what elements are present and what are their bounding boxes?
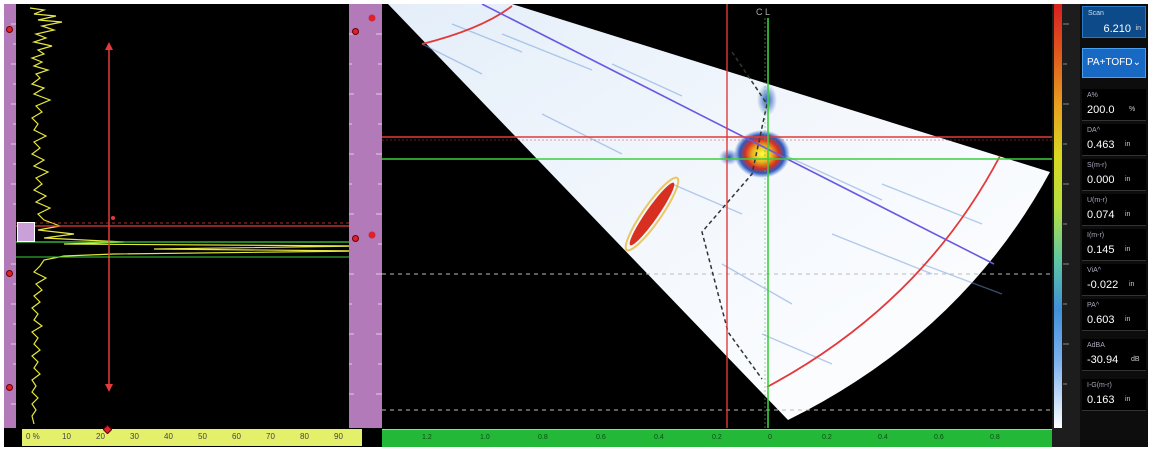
sector-scan-plot: [362, 4, 1052, 428]
color-palette[interactable]: [1052, 4, 1080, 447]
index-tick: 0: [768, 434, 772, 441]
reading-unit: in: [1125, 246, 1131, 253]
reading-value: -30.94: [1087, 354, 1119, 366]
reading-value: 0.145: [1087, 244, 1115, 256]
amplitude-tick: 10: [62, 432, 71, 441]
reading-unit: in: [1125, 396, 1131, 403]
reading-unit: in: [1125, 316, 1131, 323]
reading-label: S(m-r): [1087, 162, 1107, 169]
reading-value: -0.022: [1087, 279, 1119, 291]
reading-unit: in: [1125, 211, 1131, 218]
index-tick: 0.4: [654, 434, 664, 441]
amplitude-tick: 80: [300, 432, 309, 441]
ruler-marker-mid[interactable]: [6, 270, 13, 277]
reading-unit: %: [1129, 106, 1136, 113]
amplitude-tick: 0 %: [26, 432, 40, 441]
amplitude-tick: 30: [130, 432, 139, 441]
reading-u[interactable]: U(m-r) 0.074 in: [1082, 194, 1146, 226]
index-scale[interactable]: 1.2 1.0 0.8 0.6 0.4 0.2 0 0.2 0.4 0.6 0.…: [382, 429, 1052, 447]
amplitude-tick: 40: [164, 432, 173, 441]
chevron-down-icon: ⌄: [1132, 57, 1141, 68]
gate-a-marker: [111, 216, 115, 220]
reading-unit: in: [1125, 176, 1131, 183]
sscan-ruler-marker-top[interactable]: [368, 14, 376, 22]
index-tick: 0.2: [712, 434, 722, 441]
palette-ticks: [1063, 23, 1069, 385]
reading-value: 0.163: [1087, 394, 1115, 406]
reading-value: 0.463: [1087, 139, 1115, 151]
ascan-right-ruler-ticks: [349, 33, 354, 395]
reading-label: I-G(m-r): [1087, 382, 1112, 389]
reading-a-percent[interactable]: A% 200.0 %: [1082, 89, 1146, 121]
reading-ig[interactable]: I-G(m-r) 0.163 in: [1082, 379, 1146, 411]
scan-unit: in: [1135, 25, 1141, 32]
flaw-spot: [719, 149, 739, 165]
flaw-spot-2: [757, 84, 777, 116]
reading-i[interactable]: I(m-r) 0.145 in: [1082, 229, 1146, 261]
palette-gradient: [1054, 4, 1062, 428]
gate-a-bottom-arrow: [105, 384, 113, 392]
sscan-ruler-marker-mid[interactable]: [368, 231, 376, 239]
reading-unit: dB: [1131, 356, 1140, 363]
reading-da[interactable]: DA^ 0.463 in: [1082, 124, 1146, 156]
amplitude-tick: 90: [334, 432, 343, 441]
readings-panel: Scan 6.210 in PA+TOFD ⌄ A% 200.0 % DA^ 0…: [1080, 4, 1148, 447]
ascan-right-ruler[interactable]: [349, 4, 362, 428]
reading-unit: in: [1129, 281, 1135, 288]
scan-position-box[interactable]: Scan 6.210 in: [1082, 6, 1146, 38]
reading-label: I(m-r): [1087, 232, 1105, 239]
reading-label: AdBA: [1087, 342, 1105, 349]
reading-label: U(m-r): [1087, 197, 1108, 204]
flaw-detector-screen: 0 % 10 20 30 40 50 60 70 80 90 C L 1.2 1…: [4, 4, 1148, 447]
amplitude-tick: 50: [198, 432, 207, 441]
amplitude-scale[interactable]: 0 % 10 20 30 40 50 60 70 80 90: [4, 424, 362, 447]
reading-value: 0.074: [1087, 209, 1115, 221]
reading-label: A%: [1087, 92, 1098, 99]
amplitude-tick: 20: [96, 432, 105, 441]
ruler-marker-top[interactable]: [6, 26, 13, 33]
mode-select-value: PA+TOFD: [1087, 57, 1133, 68]
index-tick: 0.8: [990, 434, 1000, 441]
reading-unit: in: [1125, 141, 1131, 148]
index-tick: 1.2: [422, 434, 432, 441]
index-tick: 0.6: [596, 434, 606, 441]
reading-via[interactable]: ViA^ -0.022 in: [1082, 264, 1146, 296]
index-tick: 0.8: [538, 434, 548, 441]
ascan-signal-trace: [29, 7, 362, 425]
index-tick: 0.6: [934, 434, 944, 441]
scan-value: 6.210: [1103, 23, 1131, 35]
scan-label: Scan: [1088, 10, 1104, 17]
index-tick: 1.0: [480, 434, 490, 441]
index-tick: 0.4: [878, 434, 888, 441]
reading-adba[interactable]: AdBA -30.94 dB: [1082, 339, 1146, 371]
reading-value: 0.000: [1087, 174, 1115, 186]
reading-s[interactable]: S(m-r) 0.000 in: [1082, 159, 1146, 191]
mode-select[interactable]: PA+TOFD ⌄: [1082, 48, 1146, 78]
reading-value: 200.0: [1087, 104, 1115, 116]
gate-a-top-arrow: [105, 42, 113, 50]
ascan-left-ruler[interactable]: [4, 4, 16, 428]
amplitude-scale-strip: 0 % 10 20 30 40 50 60 70 80 90: [22, 429, 362, 446]
ruler-marker-bottom[interactable]: [6, 384, 13, 391]
reading-label: DA^: [1087, 127, 1101, 134]
amplitude-tick: 60: [232, 432, 241, 441]
ascan-plot: [16, 7, 362, 425]
index-tick: 0.2: [822, 434, 832, 441]
gate-tag[interactable]: [17, 222, 35, 242]
amplitude-tick: 70: [266, 432, 275, 441]
sector-scan-panel[interactable]: C L: [362, 4, 1052, 428]
centerline-label: C L: [756, 7, 771, 17]
reading-label: ViA^: [1087, 267, 1102, 274]
right-ruler-marker-top[interactable]: [352, 28, 359, 35]
reading-pa[interactable]: PA^ 0.603 in: [1082, 299, 1146, 331]
reading-label: PA^: [1087, 302, 1100, 309]
reading-value: 0.603: [1087, 314, 1115, 326]
right-ruler-marker-mid[interactable]: [352, 235, 359, 242]
ascan-left-ruler-ticks: [11, 23, 16, 405]
ascan-panel[interactable]: [4, 4, 362, 428]
